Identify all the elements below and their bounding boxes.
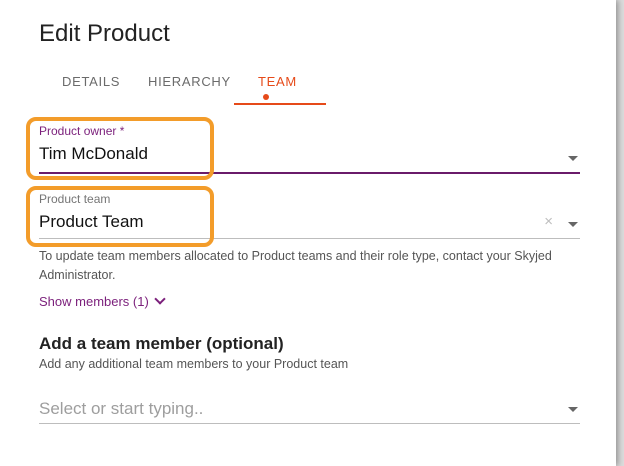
show-members-label: Show members (1)	[39, 294, 149, 309]
dropdown-caret-icon[interactable]	[568, 156, 578, 161]
clear-icon[interactable]: ×	[544, 213, 553, 230]
dropdown-caret-icon[interactable]	[568, 222, 578, 227]
edit-product-panel: Edit Product DETAILS HIERARCHY TEAM Prod…	[0, 0, 616, 466]
add-member-subtitle: Add any additional team members to your …	[39, 357, 349, 371]
product-team-label: Product team	[39, 192, 111, 206]
tab-hierarchy-label: HIERARCHY	[148, 74, 231, 89]
status-dot-icon	[263, 93, 269, 100]
chevron-down-icon	[154, 293, 166, 305]
tab-team[interactable]: TEAM	[258, 74, 297, 104]
tab-team-label: TEAM	[258, 74, 297, 89]
product-owner-value: Tim McDonald	[39, 144, 148, 163]
active-tab-indicator	[234, 103, 326, 105]
page-title: Edit Product	[39, 20, 170, 47]
product-team-select[interactable]: Product team Product Team ×	[39, 192, 580, 239]
show-members-toggle[interactable]: Show members (1)	[39, 293, 166, 309]
helper-text: To update team members allocated to Prod…	[39, 249, 552, 282]
tab-details-label: DETAILS	[62, 74, 121, 89]
product-owner-select[interactable]: Product owner * Tim McDonald	[39, 124, 580, 174]
add-member-placeholder: Select or start typing..	[39, 399, 204, 418]
tab-hierarchy[interactable]: HIERARCHY	[148, 74, 231, 89]
dropdown-caret-icon[interactable]	[568, 407, 578, 412]
product-owner-label: Product owner *	[39, 124, 125, 138]
add-member-title: Add a team member (optional)	[39, 334, 284, 353]
tab-details[interactable]: DETAILS	[62, 74, 120, 89]
product-team-value: Product Team	[39, 212, 144, 231]
add-member-select[interactable]: Select or start typing..	[39, 397, 580, 424]
